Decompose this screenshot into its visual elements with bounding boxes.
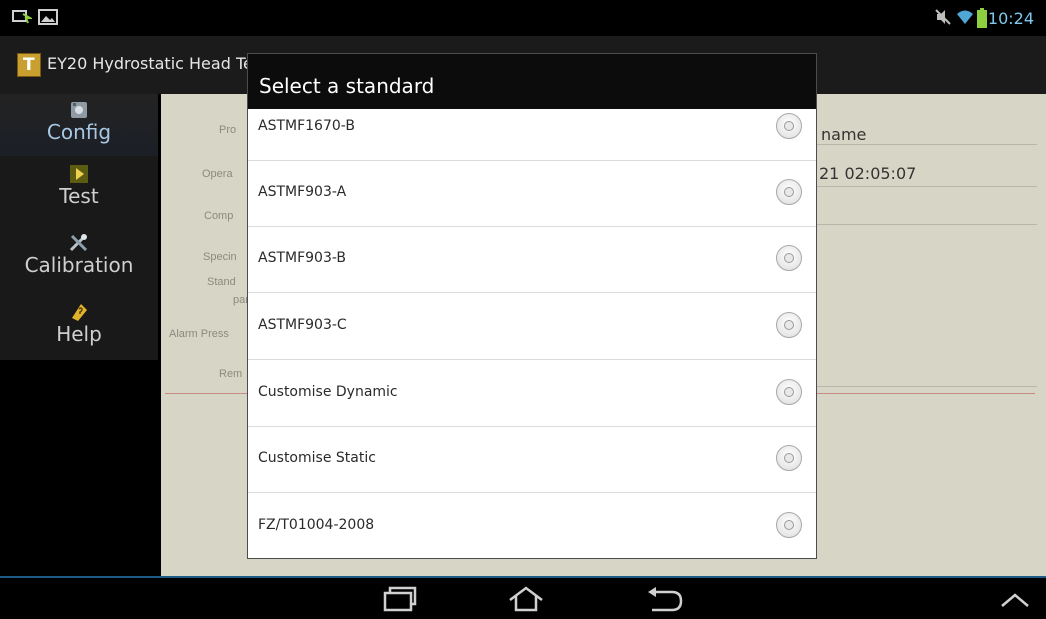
option-label: ASTMF903-B xyxy=(258,250,347,266)
app-logo-icon: T xyxy=(17,53,41,77)
sidebar: Config Test Calibration Help xyxy=(0,94,158,576)
option-label: ASTMF903-C xyxy=(258,317,347,333)
field-label-standard: Stand xyxy=(207,276,236,288)
tools-icon xyxy=(69,234,88,252)
project-name-value[interactable]: name xyxy=(821,125,866,144)
field-label-company: Comp xyxy=(204,210,234,222)
list-item[interactable]: ASTMF903-B xyxy=(248,226,816,293)
sidebar-item-calibration[interactable]: Calibration xyxy=(0,233,158,295)
home-icon[interactable] xyxy=(506,586,546,612)
option-label: Customise Dynamic xyxy=(258,384,398,400)
radio-button[interactable] xyxy=(776,245,802,271)
sidebar-item-label: Test xyxy=(59,184,99,208)
clock: 10:24 xyxy=(987,9,1034,28)
dialog-header: Select a standard xyxy=(248,54,816,109)
app-logo-letter: T xyxy=(23,55,35,75)
company-underline xyxy=(817,224,1037,225)
standards-list[interactable]: ASTMF1670-B ASTMF903-A ASTMF903-B ASTMF9… xyxy=(248,109,816,558)
operation-time-underline xyxy=(817,186,1037,187)
field-label-alarm-pressure: Alarm Press xyxy=(169,328,229,340)
radio-button[interactable] xyxy=(776,512,802,538)
sidebar-item-label: Calibration xyxy=(24,253,134,277)
sidebar-item-help[interactable]: Help xyxy=(0,302,158,364)
remark-underline xyxy=(817,386,1037,387)
dialog-title: Select a standard xyxy=(259,74,435,98)
radio-button[interactable] xyxy=(776,379,802,405)
expand-up-icon[interactable] xyxy=(1000,592,1030,608)
play-icon xyxy=(70,165,88,183)
list-item[interactable]: Customise Dynamic xyxy=(248,360,816,427)
radio-button[interactable] xyxy=(776,312,802,338)
navigation-bar xyxy=(0,578,1046,619)
list-item[interactable]: ASTMF903-C xyxy=(248,293,816,360)
list-item[interactable]: ASTMF1670-B xyxy=(248,109,816,161)
help-icon xyxy=(72,304,87,321)
radio-button[interactable] xyxy=(776,179,802,205)
sidebar-item-label: Config xyxy=(46,120,112,144)
battery-icon xyxy=(977,8,987,28)
image-icon xyxy=(38,9,58,25)
recent-apps-icon[interactable] xyxy=(383,586,417,612)
radio-button[interactable] xyxy=(776,445,802,471)
status-bar: 10:24 xyxy=(0,0,1046,36)
option-label: Customise Static xyxy=(258,450,376,466)
operation-time-value[interactable]: 21 02:05:07 xyxy=(819,164,916,183)
list-item[interactable]: Customise Static xyxy=(248,426,816,493)
back-icon[interactable] xyxy=(646,586,684,612)
field-label-remark: Rem xyxy=(219,368,243,380)
project-name-underline xyxy=(817,144,1037,145)
sidebar-nav: Config Test Calibration Help xyxy=(0,94,158,360)
select-standard-dialog: Select a standard ASTMF1670-B ASTMF903-A… xyxy=(247,53,817,559)
list-item[interactable]: FZ/T01004-2008 xyxy=(248,493,816,558)
sidebar-item-test[interactable]: Test xyxy=(0,164,158,226)
config-icon xyxy=(71,102,87,118)
field-label-operator: Opera xyxy=(202,168,233,180)
radio-button[interactable] xyxy=(776,113,802,139)
option-label: ASTMF903-A xyxy=(258,184,347,200)
field-label-specimen: Specin xyxy=(203,251,237,263)
sidebar-item-label: Help xyxy=(56,322,102,346)
list-item[interactable]: ASTMF903-A xyxy=(248,160,816,227)
wifi-icon xyxy=(957,10,973,24)
field-label-project: Pro xyxy=(219,124,237,136)
mute-icon xyxy=(935,9,951,25)
option-label: FZ/T01004-2008 xyxy=(258,517,375,533)
sidebar-item-config[interactable]: Config xyxy=(0,94,158,156)
option-label: ASTMF1670-B xyxy=(258,118,355,134)
usb-icon xyxy=(12,10,32,24)
